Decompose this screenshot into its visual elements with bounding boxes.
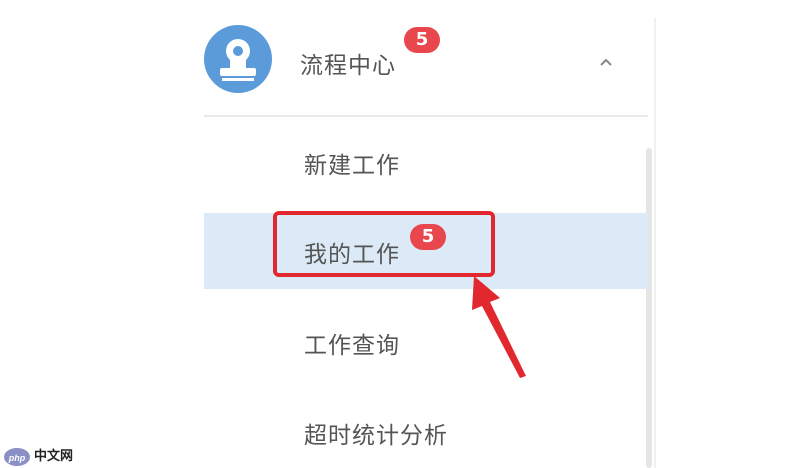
header-divider [204, 115, 648, 117]
avatar [204, 25, 272, 93]
user-stamp-icon [220, 39, 256, 81]
menu-item-label: 超时统计分析 [304, 423, 448, 449]
notification-badge: 5 [404, 27, 440, 53]
panel-border [654, 18, 656, 468]
svg-text:php: php [8, 453, 26, 463]
annotation-arrow-icon [472, 276, 526, 378]
annotation-highlight-box [273, 211, 495, 277]
menu-item-work-query[interactable]: 工作查询 [204, 304, 648, 380]
menu-item-new-work[interactable]: 新建工作 [204, 124, 648, 200]
screenshot-stage: 流程中心 5 新建工作 我的工作 5 工作查询 超时统计分析 php 中文网 [0, 0, 804, 468]
chevron-up-icon[interactable] [598, 56, 614, 68]
php-logo-icon: php [4, 448, 30, 466]
menu-header-title: 流程中心 [300, 53, 396, 79]
watermark-text: 中文网 [34, 449, 74, 464]
menu-item-timeout-stats[interactable]: 超时统计分析 [204, 394, 648, 468]
menu-item-label: 工作查询 [304, 333, 400, 359]
menu-item-label: 新建工作 [304, 153, 400, 179]
menu-header-process-center[interactable]: 流程中心 5 [204, 20, 648, 114]
